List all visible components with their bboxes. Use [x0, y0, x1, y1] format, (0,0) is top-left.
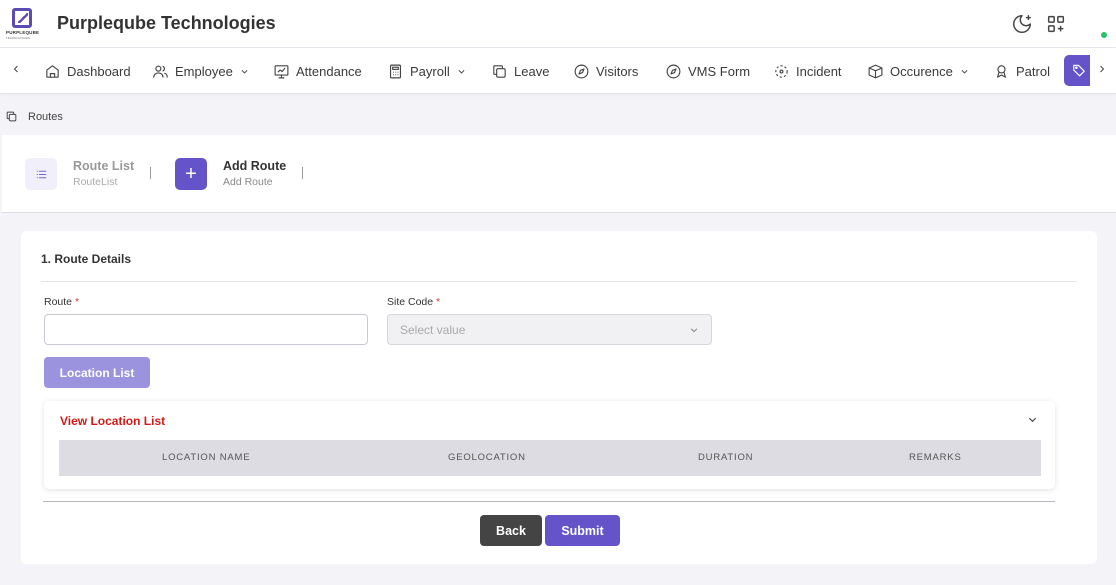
- online-status-dot: [1101, 32, 1107, 38]
- nav-item-vms-form[interactable]: VMS Form: [665, 48, 750, 94]
- nav-label: Attendance: [296, 63, 362, 79]
- nav-label: Payroll: [410, 63, 450, 79]
- route-input[interactable]: [44, 314, 368, 345]
- tab-route-list[interactable]: Route List RouteList: [25, 157, 134, 191]
- tab-separator: [302, 167, 303, 179]
- view-location-title[interactable]: View Location List: [60, 414, 165, 428]
- nav-label: Occurence: [890, 63, 953, 79]
- plus-icon: +: [175, 158, 207, 190]
- tab-title: Route List: [73, 159, 135, 173]
- nav-item-attendance[interactable]: Attendance: [273, 48, 362, 94]
- tab-subtitle: Add Route: [223, 176, 273, 188]
- required-mark: *: [74, 296, 80, 308]
- calculator-icon: [389, 64, 402, 78]
- chevron-down-icon: [458, 69, 465, 74]
- site-code-label: Site Code *: [387, 296, 440, 308]
- nav-label: Visitors: [596, 63, 639, 79]
- form-divider: [43, 501, 1055, 502]
- nav-item-employee[interactable]: Employee: [152, 48, 255, 94]
- chevron-down-icon: [241, 69, 248, 74]
- tab-add-route-label: Add Route Add Route: [223, 158, 286, 190]
- nav-label: Dashboard: [67, 63, 131, 79]
- nav-item-routes-active[interactable]: [1064, 55, 1090, 86]
- chevron-right-icon: [1100, 65, 1105, 73]
- nav-item-dashboard[interactable]: Dashboard: [44, 48, 131, 94]
- app-header: PURPLEQUBE TECHNOLOGIES Purpleqube Techn…: [0, 0, 1116, 48]
- route-tabs: Route List RouteList + Add Route Add Rou…: [2, 135, 1116, 213]
- nav-item-leave[interactable]: Leave: [491, 48, 549, 94]
- copy-icon: [6, 111, 17, 122]
- company-name: Purpleqube Technologies: [57, 13, 276, 33]
- main-nav: Dashboard Employee Attendance Payroll Le…: [0, 48, 1116, 94]
- logo-mark: [12, 8, 32, 28]
- section-divider: [41, 281, 1077, 282]
- tag-icon: [1073, 64, 1085, 77]
- view-location-panel: View Location List LOCATION NAME GEOLOCA…: [44, 401, 1055, 489]
- logo-text: PURPLEQUBE: [6, 30, 40, 35]
- back-button[interactable]: Back: [480, 515, 542, 546]
- breadcrumb-label: Routes: [28, 110, 63, 123]
- apps-add-icon[interactable]: [1045, 13, 1067, 35]
- nav-scroll-right-button[interactable]: [1092, 61, 1112, 81]
- nav-item-payroll[interactable]: Payroll: [387, 48, 472, 94]
- section-title: 1. Route Details: [41, 252, 132, 266]
- chart-monitor-icon: [274, 64, 289, 78]
- home-icon: [46, 64, 59, 78]
- column-header-geolocation: GEOLOCATION: [448, 452, 526, 463]
- location-table-header: LOCATION NAME GEOLOCATION DURATION REMAR…: [59, 440, 1041, 476]
- nav-label: VMS Form: [688, 63, 751, 79]
- route-label: Route *: [44, 296, 79, 308]
- nav-item-visitors[interactable]: Visitors: [573, 48, 638, 94]
- site-code-label-text: Site Code: [387, 296, 434, 308]
- column-header-location-name: LOCATION NAME: [162, 452, 251, 463]
- required-mark: *: [436, 296, 441, 308]
- nav-item-incident[interactable]: Incident: [773, 48, 842, 94]
- boxes-icon: [868, 64, 883, 78]
- chevron-down-icon[interactable]: [1027, 414, 1038, 425]
- nav-item-occurence[interactable]: Occurence: [867, 48, 975, 94]
- nav-label: Leave: [514, 63, 550, 79]
- route-form-card: 1. Route Details Route * Site Code * Sel…: [21, 231, 1097, 564]
- award-icon: [997, 64, 1006, 78]
- breadcrumb: Routes: [5, 110, 63, 123]
- tab-add-route[interactable]: + Add Route Add Route: [175, 157, 286, 191]
- copy-icon: [493, 64, 506, 78]
- nav-label: Employee: [175, 63, 233, 79]
- column-header-remarks: REMARKS: [909, 452, 962, 463]
- site-code-placeholder: Select value: [400, 322, 466, 337]
- scan-icon: [775, 64, 788, 78]
- nav-label: Incident: [796, 63, 842, 79]
- chevron-left-icon: [13, 65, 18, 73]
- compass-icon: [574, 64, 589, 78]
- list-icon: [25, 158, 57, 190]
- users-icon: [153, 65, 168, 78]
- tab-route-list-label: Route List RouteList: [73, 158, 134, 190]
- column-header-duration: DURATION: [698, 452, 754, 463]
- moon-icon[interactable]: [1011, 13, 1033, 35]
- nav-label: Patrol: [1016, 63, 1050, 79]
- tab-separator: [150, 167, 151, 179]
- route-label-text: Route: [44, 296, 73, 308]
- tab-title: Add Route: [223, 159, 287, 173]
- company-logo[interactable]: PURPLEQUBE TECHNOLOGIES: [6, 6, 40, 40]
- nav-item-patrol[interactable]: Patrol: [993, 48, 1050, 94]
- chevron-down-icon: [961, 69, 968, 74]
- location-list-button[interactable]: Location List: [44, 357, 150, 388]
- chevron-down-icon: [690, 327, 698, 332]
- submit-button[interactable]: Submit: [545, 515, 620, 546]
- logo-subtext: TECHNOLOGIES: [6, 36, 30, 40]
- compass-icon: [666, 64, 681, 78]
- nav-scroll-left-button[interactable]: [6, 61, 26, 81]
- tab-subtitle: RouteList: [73, 176, 118, 188]
- site-code-select[interactable]: Select value: [387, 314, 712, 345]
